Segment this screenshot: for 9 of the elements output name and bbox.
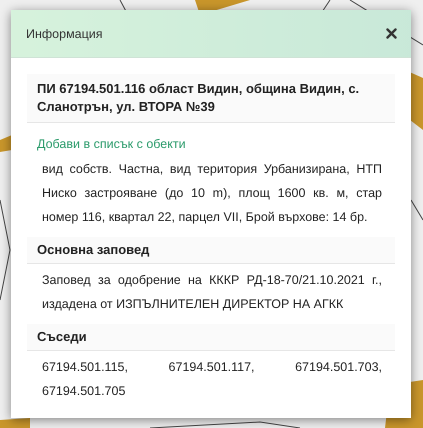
add-to-list-link[interactable]: Добави в списък с обекти xyxy=(37,135,186,153)
parcel-description: вид собств. Частна, вид територия Урбанизирана, НТП Ниско застрояване (до 10 m), площ 1600 кв. м, стар номер 116, квартал 22, парцел VII, Брой върхове: 14 бр. xyxy=(41,161,383,226)
parcel-heading: ПИ 67194.501.116 област Видин, община Видин, с. Сланотрън, ул. ВТОРА №39 xyxy=(27,74,395,123)
dialog-title: Информация xyxy=(26,26,103,40)
section-heading: Основна заповед xyxy=(27,237,395,264)
close-icon[interactable] xyxy=(384,26,399,41)
section-heading: Съседи xyxy=(27,324,395,351)
section-text: 67194.501.115, 67194.501.117, 67194.501.703, 67194.501.705 xyxy=(41,359,383,400)
section-text: Заповед за одобрение на КККР РД-18-70/21.10.2021 г., издадена от ИЗПЪЛНИТЕЛЕН ДИРЕКТОР НА АГКК xyxy=(41,272,383,313)
